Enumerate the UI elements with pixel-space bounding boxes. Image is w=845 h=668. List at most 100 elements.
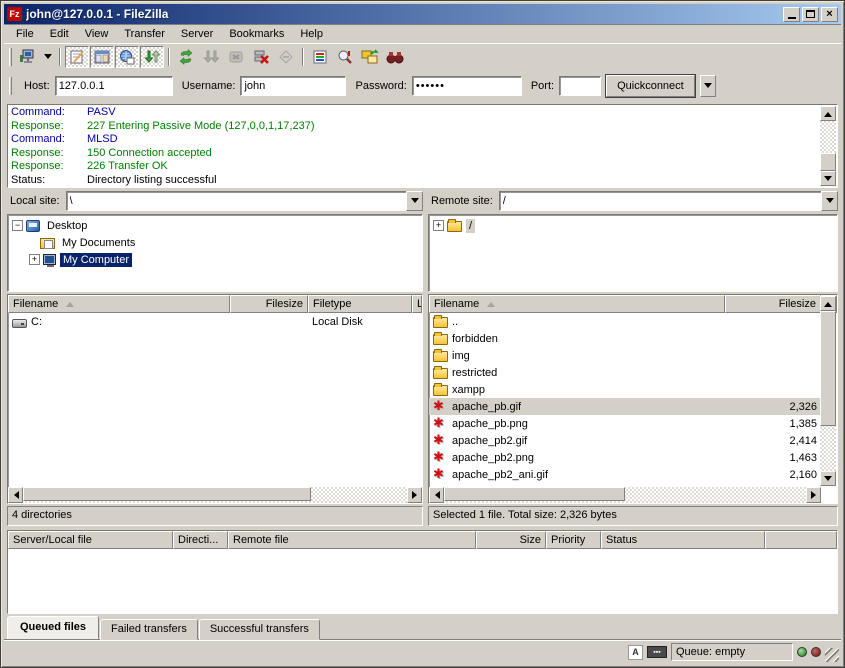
speed-limit-icon[interactable]: ▪▪▪ (647, 646, 667, 658)
file-row-apache-pb-png[interactable]: apache_pb.png 1,385 (429, 415, 821, 432)
tree-item-root[interactable]: + / (430, 217, 836, 234)
tree-item-my-documents[interactable]: My Documents (9, 234, 421, 251)
column-header-direction[interactable]: Directi... (173, 531, 228, 549)
username-label: Username: (182, 80, 236, 92)
port-input[interactable] (559, 76, 601, 96)
local-site-dropdown-button[interactable] (406, 191, 423, 211)
menu-server[interactable]: Server (173, 25, 221, 43)
column-header-priority[interactable]: Priority (546, 531, 601, 549)
filter-button[interactable] (308, 46, 332, 68)
site-manager-dropdown-button[interactable] (41, 46, 55, 68)
menu-file[interactable]: File (8, 25, 42, 43)
toggle-remote-tree-button[interactable] (115, 46, 139, 68)
file-row-restricted[interactable]: restricted (429, 364, 821, 381)
triangle-left-icon (10, 491, 19, 499)
queue-body[interactable] (8, 549, 837, 613)
scroll-right-button[interactable] (806, 487, 821, 503)
column-header-filename[interactable]: Filename (429, 295, 725, 313)
quickconnect-dropdown-button[interactable] (700, 75, 716, 97)
directory-comparison-button[interactable] (383, 46, 407, 68)
scroll-up-button[interactable] (820, 296, 836, 311)
menu-bookmarks[interactable]: Bookmarks (221, 25, 292, 43)
scrollbar-thumb[interactable] (23, 487, 311, 501)
site-manager-button[interactable] (16, 46, 40, 68)
quickconnect-button[interactable]: Quickconnect (606, 75, 695, 97)
column-header-filetype[interactable]: Filetype (308, 295, 412, 313)
browser-panes: Local site: − Desktop My Documents (4, 188, 841, 528)
scrollbar-thumb[interactable] (820, 153, 836, 171)
remote-site-input[interactable] (499, 191, 821, 211)
tab-failed-transfers[interactable]: Failed transfers (100, 619, 198, 640)
scroll-left-button[interactable] (429, 487, 444, 503)
tab-successful-transfers[interactable]: Successful transfers (199, 619, 320, 640)
local-file-list: Filename Filesize Filetype L C: Local Di… (7, 294, 423, 504)
file-row-img[interactable]: img (429, 347, 821, 364)
close-button[interactable]: × (821, 7, 838, 22)
column-header-size[interactable]: Size (476, 531, 546, 549)
column-header-server-local-file[interactable]: Server/Local file (8, 531, 173, 549)
password-input[interactable] (412, 76, 522, 96)
toggle-transfer-queue-button[interactable] (140, 46, 164, 68)
remote-horizontal-scrollbar[interactable] (429, 487, 821, 503)
remote-site-combobox[interactable] (499, 191, 838, 211)
remote-list-body: .. forbidden img restricted (429, 313, 821, 487)
column-header-filename[interactable]: Filename (8, 295, 230, 313)
file-row-apache-pb2-png[interactable]: apache_pb2.png 1,463 (429, 449, 821, 466)
column-header-last-modified[interactable]: L (412, 295, 422, 313)
menu-view[interactable]: View (77, 25, 117, 43)
file-row-parent-dir[interactable]: .. (429, 313, 821, 330)
local-site-combobox[interactable] (66, 191, 423, 211)
expand-icon[interactable]: + (29, 254, 40, 265)
column-header-status[interactable]: Status (601, 531, 765, 549)
maximize-button[interactable] (802, 7, 819, 22)
log-line: Response:150 Connection accepted (11, 147, 817, 161)
file-row-xampp[interactable]: xampp (429, 381, 821, 398)
refresh-button[interactable] (174, 46, 198, 68)
file-row-c-drive[interactable]: C: Local Disk (8, 313, 422, 330)
column-header-filesize[interactable]: Filesize (725, 295, 821, 313)
menu-help[interactable]: Help (292, 25, 331, 43)
find-files-button[interactable] (333, 46, 357, 68)
file-row-apache-pb-gif[interactable]: apache_pb.gif 2,326 (429, 398, 821, 415)
title-bar[interactable]: Fz john@127.0.0.1 - FileZilla × (4, 4, 841, 24)
expand-icon[interactable]: + (433, 220, 444, 231)
collapse-icon[interactable]: − (12, 220, 23, 231)
ascii-datatype-icon[interactable]: A (628, 645, 643, 660)
toggle-message-log-button[interactable] (65, 46, 89, 68)
log-vertical-scrollbar[interactable] (820, 106, 836, 186)
file-row-apache-pb2-gif[interactable]: apache_pb2.gif 2,414 (429, 432, 821, 449)
minimize-button[interactable] (783, 7, 800, 22)
synchronized-browsing-button[interactable] (358, 46, 382, 68)
scroll-up-button[interactable] (820, 106, 836, 121)
column-header-filesize[interactable]: Filesize (230, 295, 308, 313)
scroll-left-button[interactable] (8, 487, 23, 503)
tab-queued-files[interactable]: Queued files (7, 616, 99, 639)
file-row-forbidden[interactable]: forbidden (429, 330, 821, 347)
username-input[interactable] (240, 76, 346, 96)
scroll-right-button[interactable] (407, 487, 422, 503)
scroll-down-button[interactable] (820, 471, 836, 486)
column-header-remote-file[interactable]: Remote file (228, 531, 476, 549)
disconnect-button[interactable] (249, 46, 273, 68)
host-input[interactable] (55, 76, 173, 96)
message-log: Command:PASV Response:227 Entering Passi… (7, 104, 838, 188)
process-queue-button[interactable] (199, 46, 223, 68)
cancel-operation-button[interactable] (224, 46, 248, 68)
remote-vertical-scrollbar[interactable] (820, 296, 836, 486)
menu-transfer[interactable]: Transfer (116, 25, 173, 43)
local-horizontal-scrollbar[interactable] (8, 487, 422, 503)
scrollbar-thumb[interactable] (820, 311, 836, 426)
local-list-body: C: Local Disk (8, 313, 422, 487)
tree-item-my-computer[interactable]: + My Computer (9, 251, 421, 268)
scroll-down-button[interactable] (820, 171, 836, 186)
resize-grip-icon[interactable] (825, 648, 839, 662)
local-site-input[interactable] (66, 191, 406, 211)
toggle-local-tree-button[interactable] (90, 46, 114, 68)
menu-edit[interactable]: Edit (42, 25, 77, 43)
password-label: Password: (355, 80, 406, 92)
remote-site-dropdown-button[interactable] (821, 191, 838, 211)
scrollbar-thumb[interactable] (444, 487, 625, 501)
file-row-apache-pb2-ani-gif[interactable]: apache_pb2_ani.gif 2,160 (429, 466, 821, 483)
tree-item-desktop[interactable]: − Desktop (9, 217, 421, 234)
abort-button[interactable] (274, 46, 298, 68)
